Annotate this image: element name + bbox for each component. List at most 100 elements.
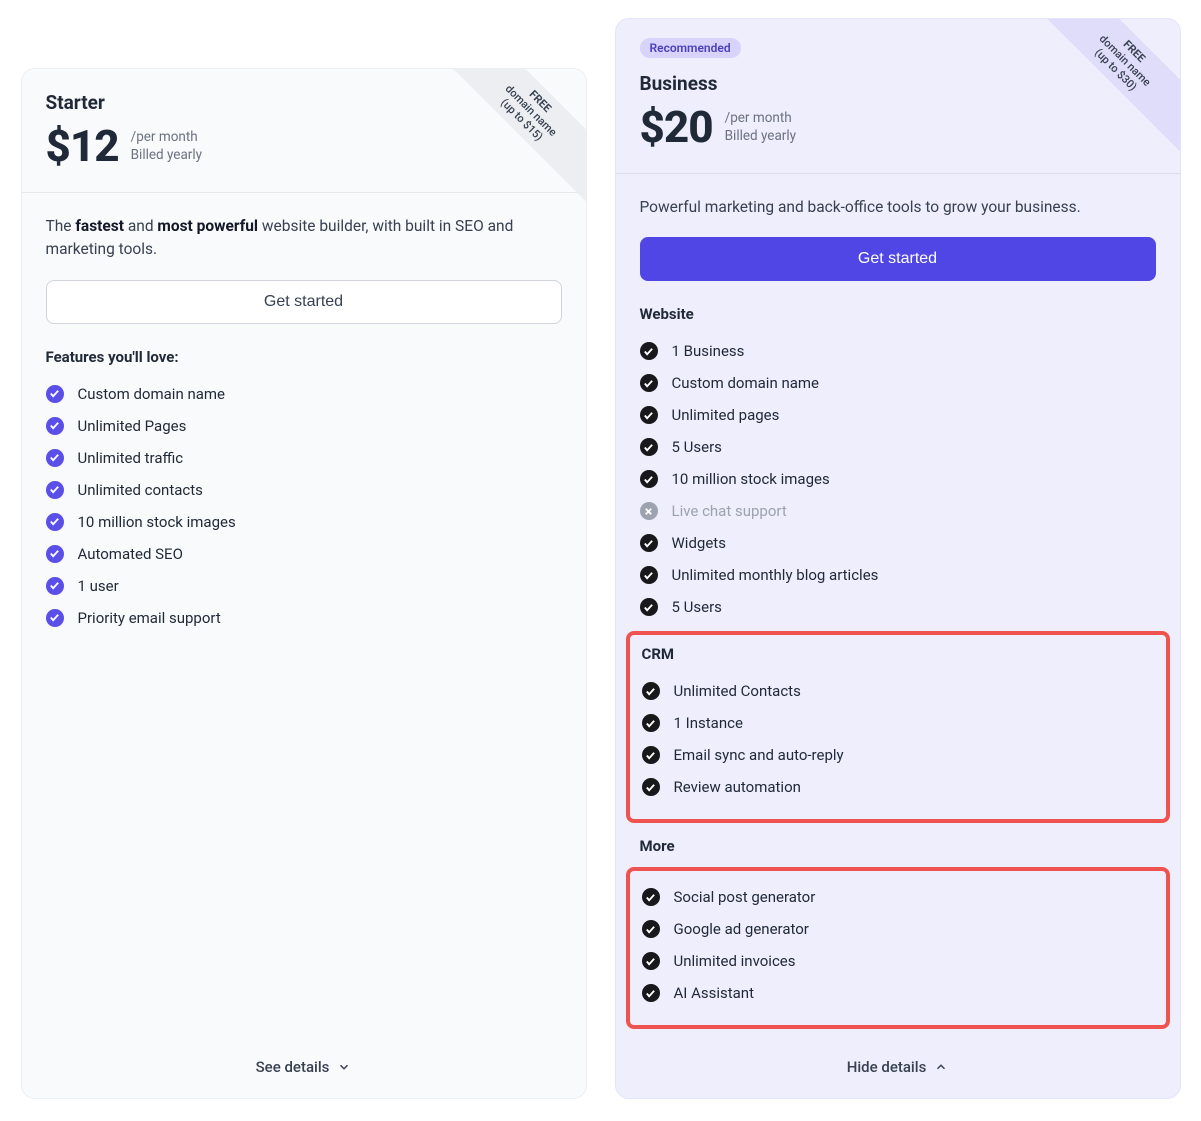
plan-name: Starter — [46, 91, 562, 114]
check-icon — [640, 534, 658, 552]
feature-item: 1 Business — [640, 335, 1156, 367]
check-icon — [46, 609, 64, 627]
check-icon — [46, 577, 64, 595]
feature-label: Unlimited invoices — [674, 952, 796, 970]
feature-item: Unlimited monthly blog articles — [640, 559, 1156, 591]
check-icon — [46, 513, 64, 531]
feature-item: 5 Users — [640, 431, 1156, 463]
check-icon — [640, 438, 658, 456]
feature-item: Widgets — [640, 527, 1156, 559]
check-icon — [640, 566, 658, 584]
feature-item: Unlimited traffic — [46, 442, 562, 474]
group-title-more: More — [640, 837, 1156, 855]
check-icon — [642, 746, 660, 764]
feature-label: Unlimited monthly blog articles — [672, 566, 879, 584]
feature-label: Automated SEO — [78, 545, 183, 563]
feature-item: AI Assistant — [642, 977, 1154, 1009]
check-icon — [642, 888, 660, 906]
get-started-button[interactable]: Get started — [46, 280, 562, 324]
feature-list-crm: Unlimited Contacts1 InstanceEmail sync a… — [642, 675, 1154, 803]
check-icon — [642, 920, 660, 938]
feature-item: Google ad generator — [642, 913, 1154, 945]
feature-label: Email sync and auto-reply — [674, 746, 844, 764]
feature-label: Unlimited pages — [672, 406, 780, 424]
see-details-toggle[interactable]: See details — [256, 1058, 352, 1076]
check-icon — [46, 417, 64, 435]
toggle-label: Hide details — [847, 1058, 927, 1076]
price-per: /per month — [131, 128, 202, 146]
feature-item: Social post generator — [642, 881, 1154, 913]
group-title-website: Website — [640, 305, 1156, 323]
group-title-crm: CRM — [642, 645, 1154, 663]
check-icon — [46, 481, 64, 499]
feature-item: 5 Users — [640, 591, 1156, 623]
feature-item: Review automation — [642, 771, 1154, 803]
hide-details-toggle[interactable]: Hide details — [847, 1058, 949, 1076]
feature-item: Unlimited invoices — [642, 945, 1154, 977]
plan-description: The fastest and most powerful website bu… — [46, 215, 562, 262]
feature-label: AI Assistant — [674, 984, 755, 1002]
feature-label: 10 million stock images — [78, 513, 236, 531]
price-billed: Billed yearly — [725, 127, 796, 145]
check-icon — [642, 714, 660, 732]
plan-card-starter: FREE domain name (up to $15) Starter $12… — [21, 68, 587, 1099]
features-heading: Features you'll love: — [46, 348, 562, 366]
feature-label: Review automation — [674, 778, 801, 796]
plan-card-business: FREE domain name (up to $30) Recommended… — [615, 18, 1181, 1099]
check-icon — [642, 778, 660, 796]
toggle-label: See details — [256, 1058, 330, 1076]
chevron-up-icon — [934, 1060, 948, 1074]
check-icon — [640, 470, 658, 488]
feature-item: Automated SEO — [46, 538, 562, 570]
feature-item: Custom domain name — [46, 378, 562, 410]
check-icon — [46, 385, 64, 403]
feature-label: Google ad generator — [674, 920, 809, 938]
plan-name: Business — [640, 72, 1156, 95]
feature-item: Live chat support — [640, 495, 1156, 527]
highlight-crm: CRM Unlimited Contacts1 InstanceEmail sy… — [626, 631, 1170, 823]
feature-label: Priority email support — [78, 609, 221, 627]
feature-list: Custom domain name Unlimited Pages Unlimit… — [46, 378, 562, 634]
check-icon — [640, 342, 658, 360]
plan-header: Recommended Business $20 /per month Bill… — [616, 19, 1180, 174]
highlight-more: Social post generator Google ad generator… — [626, 867, 1170, 1029]
check-icon — [642, 984, 660, 1002]
plan-price: $20 — [640, 101, 713, 153]
check-icon — [640, 598, 658, 616]
feature-item: Unlimited Pages — [46, 410, 562, 442]
feature-label: Widgets — [672, 534, 726, 552]
feature-item: Priority email support — [46, 602, 562, 634]
plan-description: Powerful marketing and back-office tools… — [640, 196, 1156, 219]
check-icon — [642, 952, 660, 970]
feature-item: Custom domain name — [640, 367, 1156, 399]
feature-item: 10 million stock images — [46, 506, 562, 538]
plan-price: $12 — [46, 120, 119, 172]
chevron-down-icon — [337, 1060, 351, 1074]
feature-item: 1 user — [46, 570, 562, 602]
price-meta: /per month Billed yearly — [131, 128, 202, 164]
feature-label: 5 Users — [672, 438, 722, 456]
check-icon — [640, 406, 658, 424]
feature-item: Unlimited pages — [640, 399, 1156, 431]
check-icon — [642, 682, 660, 700]
feature-list-more: Social post generator Google ad generator… — [642, 881, 1154, 1009]
feature-item: 1 Instance — [642, 707, 1154, 739]
price-per: /per month — [725, 109, 796, 127]
feature-label: Live chat support — [672, 502, 787, 520]
feature-label: Unlimited Pages — [78, 417, 187, 435]
pricing-grid: FREE domain name (up to $15) Starter $12… — [21, 18, 1181, 1099]
plan-header: Starter $12 /per month Billed yearly — [22, 69, 586, 193]
feature-label: 1 Instance — [674, 714, 743, 732]
feature-label: Custom domain name — [672, 374, 820, 392]
feature-label: Custom domain name — [78, 385, 226, 403]
feature-label: 5 Users — [672, 598, 722, 616]
check-icon — [46, 449, 64, 467]
get-started-button[interactable]: Get started — [640, 237, 1156, 281]
x-icon — [640, 502, 658, 520]
feature-list-website: 1 Business Custom domain name Unlimited pa… — [640, 335, 1156, 623]
check-icon — [640, 374, 658, 392]
feature-item: Unlimited contacts — [46, 474, 562, 506]
feature-label: 1 Business — [672, 342, 745, 360]
feature-label: Unlimited traffic — [78, 449, 184, 467]
feature-label: 10 million stock images — [672, 470, 830, 488]
